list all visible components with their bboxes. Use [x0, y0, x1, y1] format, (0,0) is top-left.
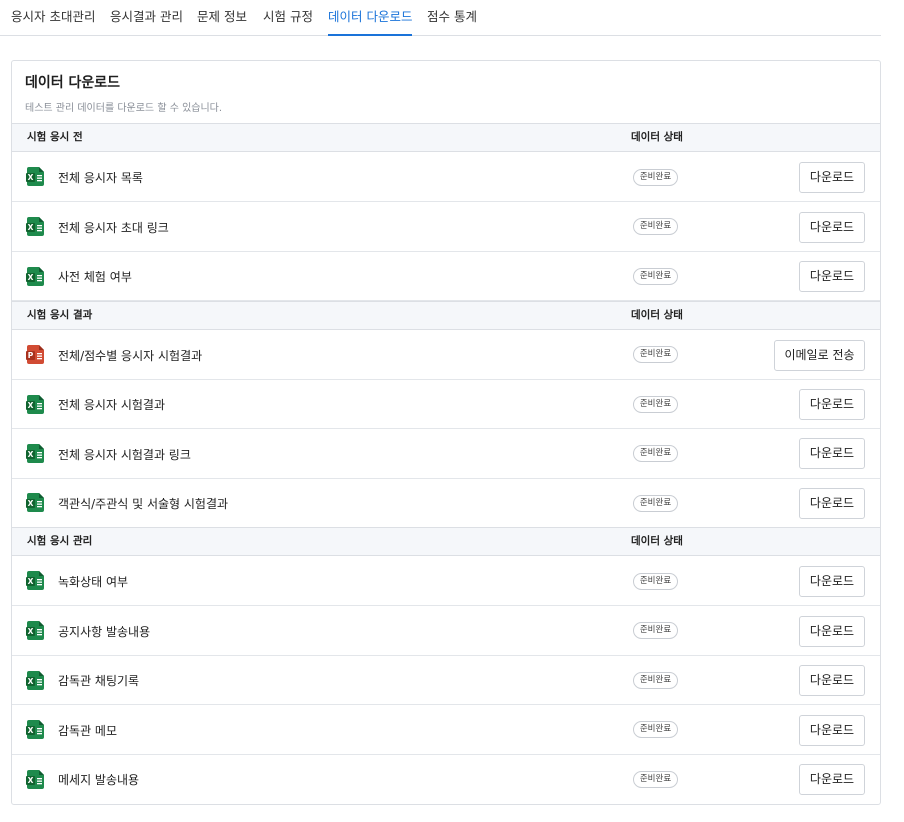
- excel-file-icon: X: [26, 217, 44, 236]
- tab-data-download[interactable]: 데이터 다운로드: [328, 0, 413, 36]
- excel-file-icon: X: [26, 621, 44, 640]
- status-column-header: 데이터 상태: [631, 131, 683, 143]
- download-button[interactable]: 다운로드: [799, 162, 865, 193]
- download-button[interactable]: 다운로드: [799, 261, 865, 292]
- download-button[interactable]: 다운로드: [799, 715, 865, 746]
- list-item: P 전체/점수별 응시자 시험결과 준비완료 이메일로 전송: [12, 330, 880, 380]
- svg-text:X: X: [28, 450, 34, 459]
- download-button[interactable]: 다운로드: [799, 616, 865, 647]
- status-badge: 준비완료: [633, 573, 678, 590]
- excel-file-icon: X: [26, 770, 44, 789]
- list-item: X 전체 응시자 시험결과 링크 준비완료 다운로드: [12, 429, 880, 479]
- data-download-panel: 데이터 다운로드 테스트 관리 데이터를 다운로드 할 수 있습니다. 시험 응…: [11, 60, 881, 805]
- tab-bar: 응시자 초대관리 응시결과 관리 문제 정보 시험 규정 데이터 다운로드 점수…: [0, 0, 881, 36]
- list-item: X 전체 응시자 목록 준비완료 다운로드: [12, 152, 880, 202]
- status-badge: 준비완료: [633, 346, 678, 363]
- excel-file-icon: X: [26, 720, 44, 739]
- excel-file-icon: X: [26, 671, 44, 690]
- status-badge: 준비완료: [633, 169, 678, 186]
- list-item: X 전체 응시자 시험결과 준비완료 다운로드: [12, 380, 880, 429]
- section-header-exam-management: 시험 응시 관리 데이터 상태: [12, 527, 880, 556]
- svg-text:X: X: [28, 223, 34, 232]
- excel-file-icon: X: [26, 395, 44, 414]
- status-badge: 준비완료: [633, 721, 678, 738]
- svg-text:X: X: [28, 499, 34, 508]
- status-column-header: 데이터 상태: [631, 309, 683, 321]
- download-button[interactable]: 다운로드: [799, 764, 865, 795]
- svg-text:X: X: [28, 776, 34, 785]
- panel-title: 데이터 다운로드: [25, 75, 121, 91]
- list-item: X 공지사항 발송내용 준비완료 다운로드: [12, 606, 880, 656]
- svg-text:X: X: [28, 273, 34, 282]
- row-label: 전체 응시자 목록: [58, 171, 143, 185]
- row-label: 감독관 채팅기록: [58, 674, 140, 688]
- status-badge: 준비완료: [633, 622, 678, 639]
- row-label: 전체 응시자 시험결과: [58, 398, 165, 412]
- excel-file-icon: X: [26, 167, 44, 186]
- list-item: X 감독관 채팅기록 준비완료 다운로드: [12, 656, 880, 705]
- status-badge: 준비완료: [633, 396, 678, 413]
- tab-result-management[interactable]: 응시결과 관리: [110, 0, 183, 35]
- list-item: X 메세지 발송내용 준비완료 다운로드: [12, 755, 880, 804]
- section-label: 시험 응시 전: [27, 131, 83, 143]
- svg-text:X: X: [28, 577, 34, 586]
- row-label: 전체 응시자 초대 링크: [58, 221, 169, 235]
- section-header-before-exam: 시험 응시 전 데이터 상태: [12, 123, 880, 152]
- svg-text:X: X: [28, 627, 34, 636]
- status-badge: 준비완료: [633, 218, 678, 235]
- svg-text:X: X: [28, 726, 34, 735]
- list-item: X 녹화상태 여부 준비완료 다운로드: [12, 556, 880, 606]
- row-label: 공지사항 발송내용: [58, 625, 151, 639]
- tab-exam-rules[interactable]: 시험 규정: [263, 0, 313, 35]
- list-item: X 사전 체험 여부 준비완료 다운로드: [12, 252, 880, 301]
- section-label: 시험 응시 관리: [27, 535, 93, 547]
- download-button[interactable]: 다운로드: [799, 212, 865, 243]
- download-button[interactable]: 다운로드: [799, 389, 865, 420]
- send-email-button[interactable]: 이메일로 전송: [774, 340, 865, 371]
- status-column-header: 데이터 상태: [631, 535, 683, 547]
- excel-file-icon: X: [26, 444, 44, 463]
- row-label: 감독관 메모: [58, 724, 118, 738]
- svg-text:X: X: [28, 401, 34, 410]
- list-item: X 감독관 메모 준비완료 다운로드: [12, 705, 880, 755]
- section-label: 시험 응시 결과: [27, 309, 93, 321]
- status-badge: 준비완료: [633, 445, 678, 462]
- row-label: 전체 응시자 시험결과 링크: [58, 448, 191, 462]
- status-badge: 준비완료: [633, 672, 678, 689]
- row-label: 전체/점수별 응시자 시험결과: [58, 349, 203, 363]
- download-button[interactable]: 다운로드: [799, 665, 865, 696]
- row-label: 객관식/주관식 및 서술형 시험결과: [58, 497, 229, 511]
- panel-subtitle: 테스트 관리 데이터를 다운로드 할 수 있습니다.: [25, 103, 223, 114]
- svg-text:P: P: [28, 351, 34, 360]
- list-item: X 객관식/주관식 및 서술형 시험결과 준비완료 다운로드: [12, 479, 880, 528]
- section-header-exam-results: 시험 응시 결과 데이터 상태: [12, 301, 880, 330]
- excel-file-icon: X: [26, 493, 44, 512]
- status-badge: 준비완료: [633, 771, 678, 788]
- excel-file-icon: X: [26, 267, 44, 286]
- download-button[interactable]: 다운로드: [799, 566, 865, 597]
- row-label: 녹화상태 여부: [58, 575, 129, 589]
- download-button[interactable]: 다운로드: [799, 438, 865, 469]
- row-label: 메세지 발송내용: [58, 773, 140, 787]
- tab-invite-management[interactable]: 응시자 초대관리: [11, 0, 95, 35]
- list-item: X 전체 응시자 초대 링크 준비완료 다운로드: [12, 202, 880, 252]
- status-badge: 준비완료: [633, 268, 678, 285]
- status-badge: 준비완료: [633, 495, 678, 512]
- powerpoint-file-icon: P: [26, 345, 44, 364]
- download-button[interactable]: 다운로드: [799, 488, 865, 519]
- tab-question-info[interactable]: 문제 정보: [197, 0, 247, 35]
- svg-text:X: X: [28, 173, 34, 182]
- excel-file-icon: X: [26, 571, 44, 590]
- row-label: 사전 체험 여부: [58, 270, 132, 284]
- svg-text:X: X: [28, 677, 34, 686]
- tab-score-statistics[interactable]: 점수 통계: [427, 0, 477, 35]
